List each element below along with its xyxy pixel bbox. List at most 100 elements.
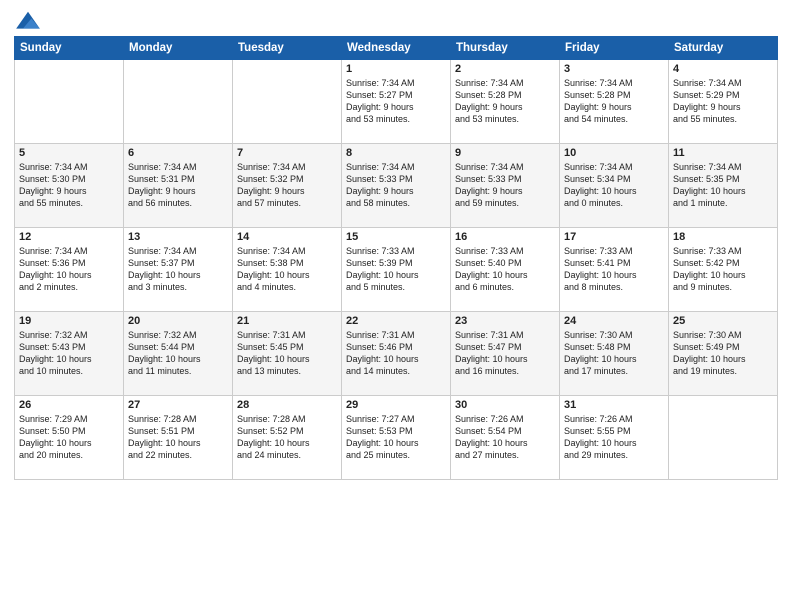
day-info: Sunrise: 7:26 AM Sunset: 5:54 PM Dayligh… xyxy=(455,413,555,462)
calendar-cell: 10 Sunrise: 7:34 AM Sunset: 5:34 PM Dayli… xyxy=(560,144,669,228)
day-number: 10 xyxy=(564,147,664,159)
day-number: 29 xyxy=(346,399,446,411)
calendar-cell: 21 Sunrise: 7:31 AM Sunset: 5:45 PM Dayli… xyxy=(233,312,342,396)
day-number: 25 xyxy=(673,315,773,327)
calendar-cell: 8Sunrise: 7:34 AM Sunset: 5:33 PM Daylig… xyxy=(342,144,451,228)
week-row-4: 19Sunrise: 7:32 AM Sunset: 5:43 PM Dayli… xyxy=(15,312,778,396)
day-info: Sunrise: 7:34 AM Sunset: 5:35 PM Dayligh… xyxy=(673,161,773,210)
calendar-cell xyxy=(669,396,778,480)
day-number: 6 xyxy=(128,147,228,159)
day-info: Sunrise: 7:31 AM Sunset: 5:46 PM Dayligh… xyxy=(346,329,446,378)
day-number: 9 xyxy=(455,147,555,159)
day-number: 11 xyxy=(673,147,773,159)
day-info: Sunrise: 7:34 AM Sunset: 5:32 PM Dayligh… xyxy=(237,161,337,210)
day-number: 4 xyxy=(673,63,773,75)
day-number: 3 xyxy=(564,63,664,75)
calendar-cell: 18 Sunrise: 7:33 AM Sunset: 5:42 PM Dayli… xyxy=(669,228,778,312)
day-number: 26 xyxy=(19,399,119,411)
weekday-header-tuesday: Tuesday xyxy=(233,37,342,60)
day-info: Sunrise: 7:28 AM Sunset: 5:52 PM Dayligh… xyxy=(237,413,337,462)
day-info: Sunrise: 7:34 AM Sunset: 5:27 PM Dayligh… xyxy=(346,77,446,126)
calendar-cell: 15 Sunrise: 7:33 AM Sunset: 5:39 PM Dayli… xyxy=(342,228,451,312)
day-info: Sunrise: 7:34 AM Sunset: 5:34 PM Dayligh… xyxy=(564,161,664,210)
weekday-header-wednesday: Wednesday xyxy=(342,37,451,60)
calendar-cell: 14 Sunrise: 7:34 AM Sunset: 5:38 PM Dayli… xyxy=(233,228,342,312)
day-number: 22 xyxy=(346,315,446,327)
day-number: 14 xyxy=(237,231,337,243)
day-info: Sunrise: 7:28 AM Sunset: 5:51 PM Dayligh… xyxy=(128,413,228,462)
day-number: 7 xyxy=(237,147,337,159)
day-info: Sunrise: 7:34 AM Sunset: 5:30 PM Dayligh… xyxy=(19,161,119,210)
calendar-cell: 28 Sunrise: 7:28 AM Sunset: 5:52 PM Dayli… xyxy=(233,396,342,480)
calendar-cell: 19Sunrise: 7:32 AM Sunset: 5:43 PM Dayli… xyxy=(15,312,124,396)
calendar-cell: 6 Sunrise: 7:34 AM Sunset: 5:31 PM Daylig… xyxy=(124,144,233,228)
day-info: Sunrise: 7:34 AM Sunset: 5:37 PM Dayligh… xyxy=(128,245,228,294)
day-info: Sunrise: 7:32 AM Sunset: 5:44 PM Dayligh… xyxy=(128,329,228,378)
day-info: Sunrise: 7:30 AM Sunset: 5:48 PM Dayligh… xyxy=(564,329,664,378)
day-number: 18 xyxy=(673,231,773,243)
page-container: SundayMondayTuesdayWednesdayThursdayFrid… xyxy=(0,0,792,486)
header xyxy=(14,10,778,32)
day-info: Sunrise: 7:33 AM Sunset: 5:42 PM Dayligh… xyxy=(673,245,773,294)
day-number: 16 xyxy=(455,231,555,243)
day-number: 24 xyxy=(564,315,664,327)
day-info: Sunrise: 7:26 AM Sunset: 5:55 PM Dayligh… xyxy=(564,413,664,462)
day-number: 12 xyxy=(19,231,119,243)
week-row-1: 1 Sunrise: 7:34 AM Sunset: 5:27 PM Daylig… xyxy=(15,60,778,144)
day-info: Sunrise: 7:31 AM Sunset: 5:45 PM Dayligh… xyxy=(237,329,337,378)
day-number: 27 xyxy=(128,399,228,411)
weekday-header-row: SundayMondayTuesdayWednesdayThursdayFrid… xyxy=(15,37,778,60)
calendar-table: SundayMondayTuesdayWednesdayThursdayFrid… xyxy=(14,36,778,480)
day-number: 15 xyxy=(346,231,446,243)
calendar-cell: 16 Sunrise: 7:33 AM Sunset: 5:40 PM Dayli… xyxy=(451,228,560,312)
weekday-header-monday: Monday xyxy=(124,37,233,60)
calendar-cell: 24 Sunrise: 7:30 AM Sunset: 5:48 PM Dayli… xyxy=(560,312,669,396)
day-number: 30 xyxy=(455,399,555,411)
weekday-header-thursday: Thursday xyxy=(451,37,560,60)
calendar-cell: 29 Sunrise: 7:27 AM Sunset: 5:53 PM Dayli… xyxy=(342,396,451,480)
logo xyxy=(14,10,46,32)
calendar-cell: 26Sunrise: 7:29 AM Sunset: 5:50 PM Dayli… xyxy=(15,396,124,480)
day-number: 21 xyxy=(237,315,337,327)
calendar-cell: 11 Sunrise: 7:34 AM Sunset: 5:35 PM Dayli… xyxy=(669,144,778,228)
day-number: 23 xyxy=(455,315,555,327)
day-info: Sunrise: 7:34 AM Sunset: 5:33 PM Dayligh… xyxy=(455,161,555,210)
calendar-cell: 13 Sunrise: 7:34 AM Sunset: 5:37 PM Dayli… xyxy=(124,228,233,312)
calendar-cell: 17Sunrise: 7:33 AM Sunset: 5:41 PM Dayli… xyxy=(560,228,669,312)
logo-icon xyxy=(14,10,42,32)
calendar-cell: 12Sunrise: 7:34 AM Sunset: 5:36 PM Dayli… xyxy=(15,228,124,312)
calendar-cell: 30 Sunrise: 7:26 AM Sunset: 5:54 PM Dayli… xyxy=(451,396,560,480)
calendar-cell: 23 Sunrise: 7:31 AM Sunset: 5:47 PM Dayli… xyxy=(451,312,560,396)
day-info: Sunrise: 7:33 AM Sunset: 5:41 PM Dayligh… xyxy=(564,245,664,294)
day-number: 8 xyxy=(346,147,446,159)
calendar-cell xyxy=(15,60,124,144)
day-number: 31 xyxy=(564,399,664,411)
day-number: 13 xyxy=(128,231,228,243)
weekday-header-sunday: Sunday xyxy=(15,37,124,60)
week-row-2: 5Sunrise: 7:34 AM Sunset: 5:30 PM Daylig… xyxy=(15,144,778,228)
day-info: Sunrise: 7:34 AM Sunset: 5:31 PM Dayligh… xyxy=(128,161,228,210)
day-number: 1 xyxy=(346,63,446,75)
week-row-5: 26Sunrise: 7:29 AM Sunset: 5:50 PM Dayli… xyxy=(15,396,778,480)
calendar-cell xyxy=(233,60,342,144)
weekday-header-saturday: Saturday xyxy=(669,37,778,60)
day-info: Sunrise: 7:27 AM Sunset: 5:53 PM Dayligh… xyxy=(346,413,446,462)
day-number: 19 xyxy=(19,315,119,327)
day-info: Sunrise: 7:34 AM Sunset: 5:29 PM Dayligh… xyxy=(673,77,773,126)
calendar-cell: 2 Sunrise: 7:34 AM Sunset: 5:28 PM Daylig… xyxy=(451,60,560,144)
calendar-cell: 3Sunrise: 7:34 AM Sunset: 5:28 PM Daylig… xyxy=(560,60,669,144)
day-number: 28 xyxy=(237,399,337,411)
day-info: Sunrise: 7:33 AM Sunset: 5:40 PM Dayligh… xyxy=(455,245,555,294)
day-info: Sunrise: 7:33 AM Sunset: 5:39 PM Dayligh… xyxy=(346,245,446,294)
week-row-3: 12Sunrise: 7:34 AM Sunset: 5:36 PM Dayli… xyxy=(15,228,778,312)
calendar-cell: 25Sunrise: 7:30 AM Sunset: 5:49 PM Dayli… xyxy=(669,312,778,396)
day-info: Sunrise: 7:31 AM Sunset: 5:47 PM Dayligh… xyxy=(455,329,555,378)
calendar-cell: 7 Sunrise: 7:34 AM Sunset: 5:32 PM Daylig… xyxy=(233,144,342,228)
calendar-cell xyxy=(124,60,233,144)
day-info: Sunrise: 7:34 AM Sunset: 5:28 PM Dayligh… xyxy=(455,77,555,126)
calendar-cell: 1 Sunrise: 7:34 AM Sunset: 5:27 PM Daylig… xyxy=(342,60,451,144)
calendar-cell: 4 Sunrise: 7:34 AM Sunset: 5:29 PM Daylig… xyxy=(669,60,778,144)
weekday-header-friday: Friday xyxy=(560,37,669,60)
day-info: Sunrise: 7:34 AM Sunset: 5:38 PM Dayligh… xyxy=(237,245,337,294)
day-number: 2 xyxy=(455,63,555,75)
